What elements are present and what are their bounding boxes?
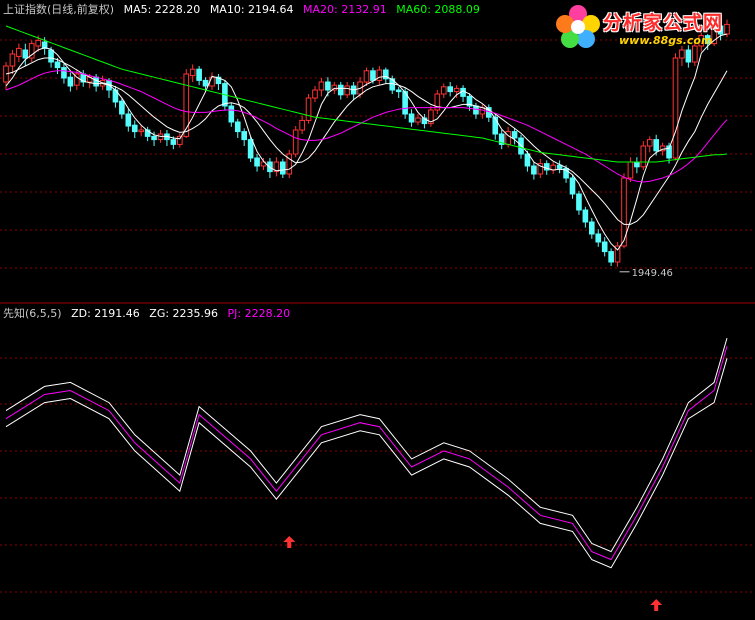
candle-body — [524, 153, 531, 167]
candle-body — [176, 135, 183, 145]
candle-body — [228, 105, 235, 123]
line-pj — [5, 346, 728, 561]
logo-url: www.88gs.com — [619, 34, 713, 47]
site-logo: 分析家公式网 www.88gs.com — [551, 2, 751, 52]
logo-title: 分析家公式网 — [603, 12, 724, 34]
candle-body — [376, 69, 383, 81]
candle-body — [254, 157, 260, 167]
candle-body — [601, 241, 608, 253]
candle-body — [61, 67, 67, 79]
candle-body — [370, 70, 376, 81]
line-ma20 — [5, 70, 728, 183]
signal-markers — [283, 536, 663, 611]
candle-body — [408, 113, 415, 123]
candle-body — [305, 97, 312, 121]
candle-body — [318, 81, 325, 91]
ma20-value: MA20: 2132.91 — [303, 3, 387, 16]
candle-body — [131, 124, 138, 133]
candle-body — [312, 89, 318, 99]
candle-body — [9, 53, 16, 67]
candle-body — [531, 165, 537, 175]
candle-body — [183, 73, 190, 137]
zg-value: ZG: 2235.96 — [149, 307, 219, 320]
up-arrow-icon — [650, 599, 663, 611]
zd-value: ZD: 2191.46 — [71, 307, 140, 320]
main-chart-header: 上证指数(日线,前复权) MA5: 2228.20 MA10: 2194.64 … — [3, 3, 486, 16]
candle-body — [189, 68, 196, 77]
candle-body — [672, 57, 679, 159]
candle-body — [576, 193, 582, 211]
candle-body — [588, 221, 595, 235]
candle-body — [395, 89, 402, 93]
candle-body — [93, 76, 99, 87]
low-annotation: 1949.46 — [619, 268, 673, 279]
candle-body — [35, 39, 42, 47]
candle-body — [447, 86, 454, 93]
moving-average-lines — [5, 25, 728, 251]
candle-body — [170, 139, 177, 145]
indicator-name: 先知(6,5,5) — [3, 307, 62, 320]
candle-body — [595, 233, 602, 243]
ma10-value: MA10: 2194.64 — [209, 3, 294, 16]
candle-body — [569, 177, 576, 195]
ma5-value: MA5: 2228.20 — [123, 3, 201, 16]
ma60-value: MA60: 2088.09 — [396, 3, 480, 16]
candle-body — [492, 116, 499, 135]
candle-body — [209, 76, 215, 87]
candle-body — [582, 209, 589, 223]
candle-body — [125, 113, 132, 127]
candle-body — [363, 70, 370, 83]
candle-body — [196, 68, 202, 81]
candle-body — [67, 76, 74, 87]
candle-body — [279, 161, 286, 175]
candle-body — [453, 87, 460, 93]
index-name: 上证指数(日线,前复权) — [3, 3, 115, 16]
candle-body — [518, 137, 524, 155]
candle-body — [54, 61, 61, 69]
candle-body — [473, 105, 479, 115]
up-arrow-icon — [283, 536, 296, 548]
candle-body — [22, 49, 29, 59]
candle-body — [608, 251, 614, 263]
candle-body — [634, 161, 640, 168]
indicator-lines — [5, 337, 728, 569]
candle-body — [653, 139, 660, 152]
line-zg — [5, 337, 728, 553]
candle-body — [234, 121, 241, 133]
low-price-label: 1949.46 — [632, 268, 673, 279]
candle-body — [646, 139, 653, 147]
candle-body — [511, 131, 518, 139]
candle-body — [202, 79, 209, 87]
candle-body — [247, 139, 254, 159]
candle-body — [16, 47, 22, 57]
candle-body — [337, 84, 344, 96]
candle-body — [640, 145, 647, 168]
line-zd — [5, 358, 728, 569]
candle-body — [344, 85, 351, 96]
candle-body — [325, 81, 331, 91]
candle-body — [292, 129, 299, 155]
candle-body — [48, 49, 54, 63]
indicator-header: 先知(6,5,5) ZD: 2191.46 ZG: 2235.96 PJ: 22… — [3, 307, 296, 320]
candle-body — [267, 161, 273, 173]
candle-body — [415, 117, 421, 123]
candle-body — [241, 131, 248, 141]
candle-body — [627, 161, 634, 179]
candle-body — [151, 135, 157, 141]
candle-body — [138, 129, 145, 133]
candle-body — [119, 100, 125, 115]
pj-value: PJ: 2228.20 — [227, 307, 291, 320]
candle-body — [299, 119, 305, 131]
candle-body — [440, 86, 447, 95]
flower-logo-icon — [556, 5, 600, 48]
